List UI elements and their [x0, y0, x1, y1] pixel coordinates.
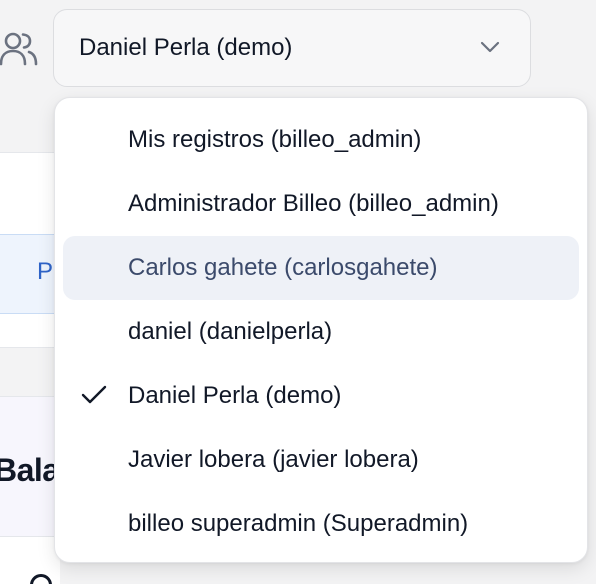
option-label: Administrador Billeo (billeo_admin) [128, 190, 499, 217]
option-label: Javier lobera (javier lobera) [128, 446, 419, 473]
background-heading: Bala [0, 452, 60, 488]
option-daniel-perla-demo[interactable]: Daniel Perla (demo) [63, 364, 579, 428]
option-label: Mis registros (billeo_admin) [128, 126, 422, 153]
option-label: Carlos gahete (carlosgahete) [128, 254, 438, 281]
app-stage: P Bala Daniel Perla (demo) Mis registros… [0, 0, 596, 584]
option-carlos-gahete[interactable]: Carlos gahete (carlosgahete) [63, 236, 579, 300]
option-label: Daniel Perla (demo) [128, 382, 342, 409]
option-mis-registros[interactable]: Mis registros (billeo_admin) [63, 108, 579, 172]
user-select-value: Daniel Perla (demo) [79, 34, 293, 61]
option-label: billeo superadmin (Superadmin) [128, 510, 469, 537]
option-javier-lobera[interactable]: Javier lobera (javier lobera) [63, 428, 579, 492]
background-card-lower [0, 536, 60, 584]
user-select[interactable]: Daniel Perla (demo) [53, 9, 531, 87]
option-label: daniel (danielperla) [128, 318, 333, 345]
chevron-down-icon [480, 41, 500, 53]
user-dropdown-menu: Mis registros (billeo_admin) Administrad… [54, 97, 588, 563]
users-icon [0, 32, 38, 66]
option-billeo-superadmin[interactable]: billeo superadmin (Superadmin) [63, 492, 579, 556]
background-tab-text[interactable]: P [37, 258, 53, 286]
check-icon [81, 385, 107, 404]
option-daniel[interactable]: daniel (danielperla) [63, 300, 579, 364]
option-administrador-billeo[interactable]: Administrador Billeo (billeo_admin) [63, 172, 579, 236]
